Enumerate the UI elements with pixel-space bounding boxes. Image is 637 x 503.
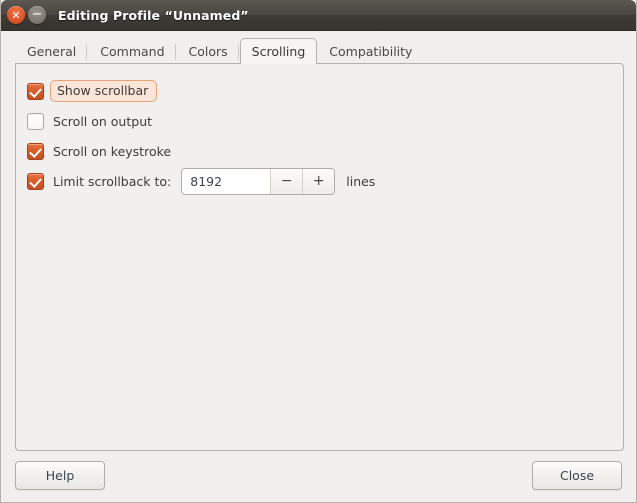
option-row-limit-scrollback: Limit scrollback to: 8192 − + lines [27,166,623,196]
show-scrollbar-label[interactable]: Show scrollbar [50,80,158,102]
tab-bar: General Command Colors Scrolling Compati… [15,38,624,64]
scrollback-lines-stepper[interactable]: 8192 − + [181,167,336,195]
tab-scrolling[interactable]: Scrolling [239,38,318,64]
limit-scrollback-checkbox[interactable] [27,172,44,190]
scroll-on-output-label[interactable]: Scroll on output [53,114,152,129]
scrollback-decrement-button[interactable]: − [270,168,303,194]
tab-command-label: Command [100,44,165,59]
plus-icon: + [312,173,325,189]
close-button[interactable]: Close [532,461,622,490]
editing-profile-dialog: ✕ − Editing Profile “Unnamed” General Co… [0,0,637,503]
window-minimize-button[interactable]: − [28,6,46,24]
scrolling-panel: Show scrollbar Scroll on output Scroll o… [15,63,624,451]
limit-scrollback-label[interactable]: Limit scrollback to: [53,174,171,189]
titlebar: ✕ − Editing Profile “Unnamed” [1,0,636,31]
scroll-on-keystroke-checkbox[interactable] [27,142,44,160]
close-button-label: Close [559,468,595,483]
scrolling-options: Show scrollbar Scroll on output Scroll o… [16,64,623,196]
help-button[interactable]: Help [15,461,105,490]
tab-colors[interactable]: Colors [177,39,240,63]
help-button-label: Help [45,468,75,483]
scrollback-increment-button[interactable]: + [302,168,335,194]
tab-command[interactable]: Command [88,39,176,63]
option-row-scroll-on-output: Scroll on output [27,106,623,136]
tab-compatibility[interactable]: Compatibility [317,39,424,63]
window-title: Editing Profile “Unnamed” [58,7,249,23]
tab-compatibility-label: Compatibility [329,44,413,59]
option-row-show-scrollbar: Show scrollbar [27,76,623,106]
close-icon: ✕ [11,8,21,22]
tab-scrolling-label: Scrolling [251,44,306,59]
scroll-on-keystroke-label[interactable]: Scroll on keystroke [53,144,171,159]
minus-icon: − [280,173,293,189]
preferences-notebook: General Command Colors Scrolling Compati… [15,38,624,451]
scroll-on-output-checkbox[interactable] [27,112,44,130]
option-row-scroll-on-keystroke: Scroll on keystroke [27,136,623,166]
window-close-button[interactable]: ✕ [7,6,25,24]
tab-general-label: General [27,44,77,59]
tab-colors-label: Colors [188,44,228,59]
dialog-action-bar: Help Close [1,450,636,502]
tab-general[interactable]: General [15,39,88,63]
scrollback-lines-input[interactable]: 8192 [182,168,271,194]
minimize-icon: − [31,7,43,22]
show-scrollbar-checkbox[interactable] [27,82,44,100]
scrollback-units-label: lines [346,173,376,189]
